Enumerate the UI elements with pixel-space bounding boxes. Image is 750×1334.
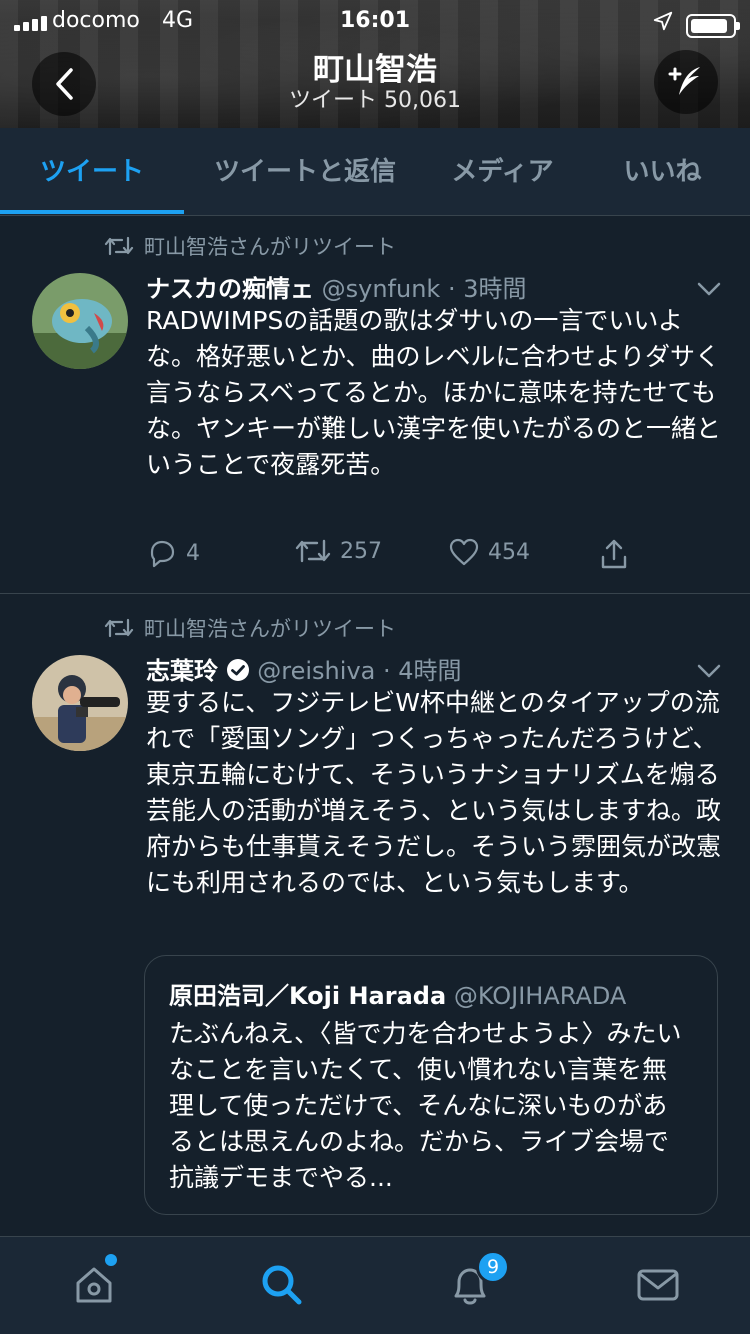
tab-media[interactable]: メディア [430,128,575,216]
home-icon [76,1267,112,1303]
retweet-button[interactable]: 257 [294,537,382,565]
search-icon [262,1265,302,1305]
tweet-text: 要するに、フジテレビW杯中継とのタイアップの流れで「愛国ソング」つくっちゃったん… [146,688,722,897]
tweet-card[interactable]: 町山智浩さんがリツイート ナスカの痴情ェ @synfunk · 3時間 RADW… [0,217,750,594]
avatar[interactable] [32,655,128,751]
retweet-indicator: 町山智浩さんがリツイート [104,231,396,261]
status-bar: docomo 4G 16:01 [0,6,750,38]
author-name[interactable]: ナスカの痴情ェ [146,275,314,303]
like-count: 454 [488,539,530,565]
share-button[interactable] [598,537,630,571]
verified-badge-icon [226,659,249,681]
location-arrow-icon [653,11,673,31]
notifications-badge: 9 [476,1250,510,1284]
chevron-down-icon[interactable] [696,663,722,679]
nav-messages[interactable] [630,1257,686,1313]
reply-count: 4 [186,540,200,566]
retweet-count: 257 [340,538,382,564]
tweet-header: 志葉玲 @reishiva · 4時間 [146,651,462,686]
reply-icon [150,540,175,568]
tab-tweets[interactable]: ツイート [0,128,184,216]
battery-icon [686,14,740,38]
chevron-down-icon[interactable] [696,281,722,297]
author-handle-time: @synfunk · 3時間 [321,275,527,303]
tweet-text: RADWIMPSの話題の歌はダサいの一言でいいよな。格好悪いとか、曲のレベルに合… [146,306,722,479]
retweet-icon [104,236,134,256]
retweet-icon [295,539,331,563]
author-handle-time: @reishiva · 4時間 [257,657,462,685]
tab-tweets-and-replies[interactable]: ツイートと返信 [190,128,420,216]
reply-button[interactable]: 4 [146,537,200,569]
profile-header: docomo 4G 16:01 町山智浩 ツイート 50,061 [0,0,750,128]
quoted-author-name: 原田浩司／Koji Harada [169,982,447,1010]
retweet-icon [104,618,134,638]
quoted-tweet-header: 原田浩司／Koji Harada @KOJIHARADA [169,976,626,1011]
tweet-count: ツイート 50,061 [289,88,461,113]
bottom-tab-bar [0,1236,750,1334]
nav-search[interactable] [254,1257,310,1313]
share-icon [601,539,627,569]
tweet-header: ナスカの痴情ェ @synfunk · 3時間 [146,269,526,304]
retweet-label: 町山智浩さんがリツイート [144,235,396,259]
mail-icon [637,1269,679,1301]
status-time: 16:01 [339,8,411,33]
profile-tabs: ツイート ツイートと返信 メディア いいね [0,128,750,216]
retweet-label: 町山智浩さんがリツイート [144,617,396,641]
battery-level [691,19,727,33]
author-name[interactable]: 志葉玲 [146,657,218,685]
tweet-actions: 4 257 454 [146,537,686,577]
tab-likes[interactable]: いいね [590,128,735,216]
quoted-tweet[interactable]: 原田浩司／Koji Harada @KOJIHARADA たぶんねえ、〈皆で力を… [144,955,718,1215]
quoted-tweet-text: たぶんねえ、〈皆で力を合わせようよ〉みたいなことを言いたくて、使い慣れない言葉を… [169,1019,682,1192]
avatar[interactable] [32,273,128,369]
like-button[interactable]: 454 [448,537,530,567]
heart-icon [449,538,479,566]
compose-tweet-button[interactable] [654,50,718,114]
active-tab-indicator [0,210,184,214]
home-unread-dot [105,1254,117,1266]
quoted-author-handle: @KOJIHARADA [453,982,627,1010]
retweet-indicator: 町山智浩さんがリツイート [104,613,396,643]
tweet-card[interactable]: 町山智浩さんがリツイート 志葉玲 @reishiva · 4時間 要するに、フジ… [0,595,750,1235]
compose-tweet-icon [668,67,700,95]
